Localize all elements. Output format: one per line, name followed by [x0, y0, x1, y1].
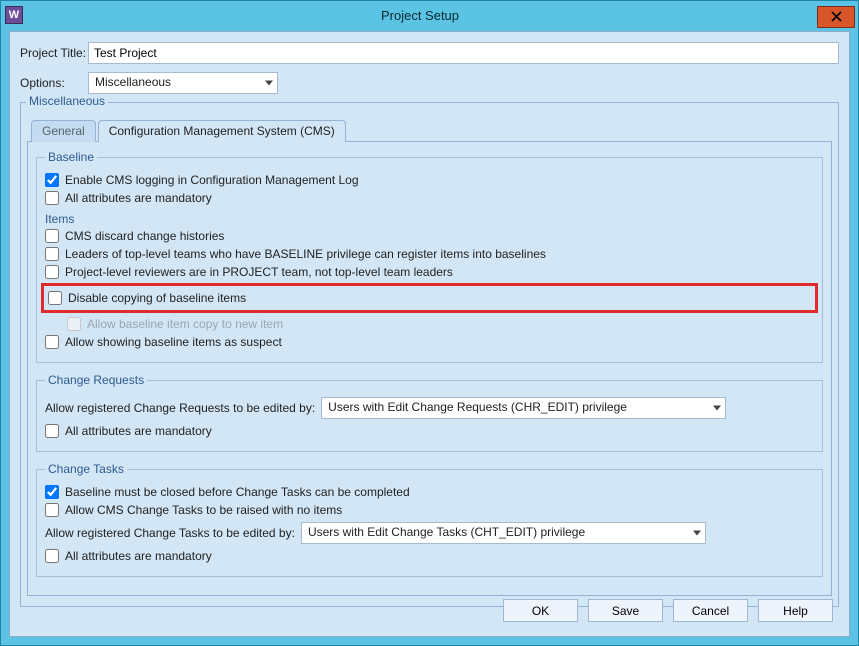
allow-suspect-checkbox[interactable]: Allow showing baseline items as suspect	[45, 334, 814, 350]
dialog-buttons: OK Save Cancel Help	[503, 599, 833, 622]
cht-all-attr-input[interactable]	[45, 549, 59, 563]
chr-edited-by-value: Users with Edit Change Requests (CHR_EDI…	[321, 397, 726, 419]
cht-all-attr-checkbox[interactable]: All attributes are mandatory	[45, 548, 814, 564]
cht-edited-by-combo[interactable]: Users with Edit Change Tasks (CHT_EDIT) …	[301, 522, 706, 544]
titlebar: W Project Setup	[1, 1, 858, 29]
items-subheader: Items	[45, 212, 814, 226]
cms-discard-checkbox[interactable]: CMS discard change histories	[45, 228, 814, 244]
cht-edited-by-row: Allow registered Change Tasks to be edit…	[45, 522, 814, 544]
allow-no-items-input[interactable]	[45, 503, 59, 517]
cht-edited-by-label: Allow registered Change Tasks to be edit…	[45, 526, 295, 540]
baseline-all-attr-label: All attributes are mandatory	[65, 191, 212, 205]
allow-suspect-label: Allow showing baseline items as suspect	[65, 335, 282, 349]
disable-copy-input[interactable]	[48, 291, 62, 305]
options-row: Options: Miscellaneous	[20, 72, 839, 94]
miscellaneous-panel-title: Miscellaneous	[26, 94, 108, 108]
save-button[interactable]: Save	[588, 599, 663, 622]
allow-copy-new-label: Allow baseline item copy to new item	[87, 317, 283, 331]
cms-discard-label: CMS discard change histories	[65, 229, 224, 243]
disable-copy-highlight: Disable copying of baseline items	[41, 283, 818, 313]
tab-container: General Configuration Management System …	[27, 119, 832, 596]
allow-no-items-label: Allow CMS Change Tasks to be raised with…	[65, 503, 342, 517]
tab-body-cms: Baseline Enable CMS logging in Configura…	[27, 141, 832, 596]
chr-edited-by-combo[interactable]: Users with Edit Change Requests (CHR_EDI…	[321, 397, 726, 419]
allow-copy-new-input	[67, 317, 81, 331]
baseline-all-attr-input[interactable]	[45, 191, 59, 205]
chr-edited-by-row: Allow registered Change Requests to be e…	[45, 397, 814, 419]
reviewers-checkbox[interactable]: Project-level reviewers are in PROJECT t…	[45, 264, 814, 280]
reviewers-input[interactable]	[45, 265, 59, 279]
baseline-closed-input[interactable]	[45, 485, 59, 499]
project-title-row: Project Title:	[20, 42, 839, 64]
chr-edited-by-label: Allow registered Change Requests to be e…	[45, 401, 315, 415]
app-icon: W	[5, 6, 23, 24]
enable-cms-logging-label: Enable CMS logging in Configuration Mana…	[65, 173, 359, 187]
change-requests-legend: Change Requests	[45, 373, 147, 387]
cht-all-attr-label: All attributes are mandatory	[65, 549, 212, 563]
baseline-all-attr-checkbox[interactable]: All attributes are mandatory	[45, 190, 814, 206]
window-title: Project Setup	[23, 8, 817, 23]
project-title-input[interactable]	[88, 42, 839, 64]
help-button[interactable]: Help	[758, 599, 833, 622]
leaders-input[interactable]	[45, 247, 59, 261]
project-setup-window: W Project Setup Project Title: Options: …	[0, 0, 859, 646]
miscellaneous-panel: Miscellaneous General Configuration Mana…	[20, 102, 839, 607]
chr-all-attr-checkbox[interactable]: All attributes are mandatory	[45, 423, 814, 439]
ok-button[interactable]: OK	[503, 599, 578, 622]
change-tasks-group: Change Tasks Baseline must be closed bef…	[36, 462, 823, 577]
options-label: Options:	[20, 76, 88, 90]
disable-copy-label: Disable copying of baseline items	[68, 291, 246, 305]
chr-all-attr-input[interactable]	[45, 424, 59, 438]
baseline-closed-label: Baseline must be closed before Change Ta…	[65, 485, 410, 499]
close-icon	[831, 11, 842, 22]
allow-no-items-checkbox[interactable]: Allow CMS Change Tasks to be raised with…	[45, 502, 814, 518]
client-area: Project Title: Options: Miscellaneous Mi…	[9, 31, 850, 637]
tab-strip: General Configuration Management System …	[31, 119, 832, 141]
allow-suspect-input[interactable]	[45, 335, 59, 349]
tab-general[interactable]: General	[31, 120, 96, 142]
baseline-closed-checkbox[interactable]: Baseline must be closed before Change Ta…	[45, 484, 814, 500]
tab-cms[interactable]: Configuration Management System (CMS)	[98, 120, 346, 142]
cht-edited-by-value: Users with Edit Change Tasks (CHT_EDIT) …	[301, 522, 706, 544]
enable-cms-logging-checkbox[interactable]: Enable CMS logging in Configuration Mana…	[45, 172, 814, 188]
allow-copy-new-checkbox: Allow baseline item copy to new item	[67, 316, 814, 332]
options-combo[interactable]: Miscellaneous	[88, 72, 278, 94]
change-requests-group: Change Requests Allow registered Change …	[36, 373, 823, 452]
leaders-checkbox[interactable]: Leaders of top-level teams who have BASE…	[45, 246, 814, 262]
reviewers-label: Project-level reviewers are in PROJECT t…	[65, 265, 453, 279]
change-tasks-legend: Change Tasks	[45, 462, 127, 476]
enable-cms-logging-input[interactable]	[45, 173, 59, 187]
cancel-button[interactable]: Cancel	[673, 599, 748, 622]
options-combo-value: Miscellaneous	[88, 72, 278, 94]
disable-copy-checkbox[interactable]: Disable copying of baseline items	[48, 290, 811, 306]
project-title-label: Project Title:	[20, 46, 88, 60]
baseline-group: Baseline Enable CMS logging in Configura…	[36, 150, 823, 363]
baseline-legend: Baseline	[45, 150, 97, 164]
leaders-label: Leaders of top-level teams who have BASE…	[65, 247, 546, 261]
cms-discard-input[interactable]	[45, 229, 59, 243]
close-button[interactable]	[817, 6, 855, 28]
chr-all-attr-label: All attributes are mandatory	[65, 424, 212, 438]
